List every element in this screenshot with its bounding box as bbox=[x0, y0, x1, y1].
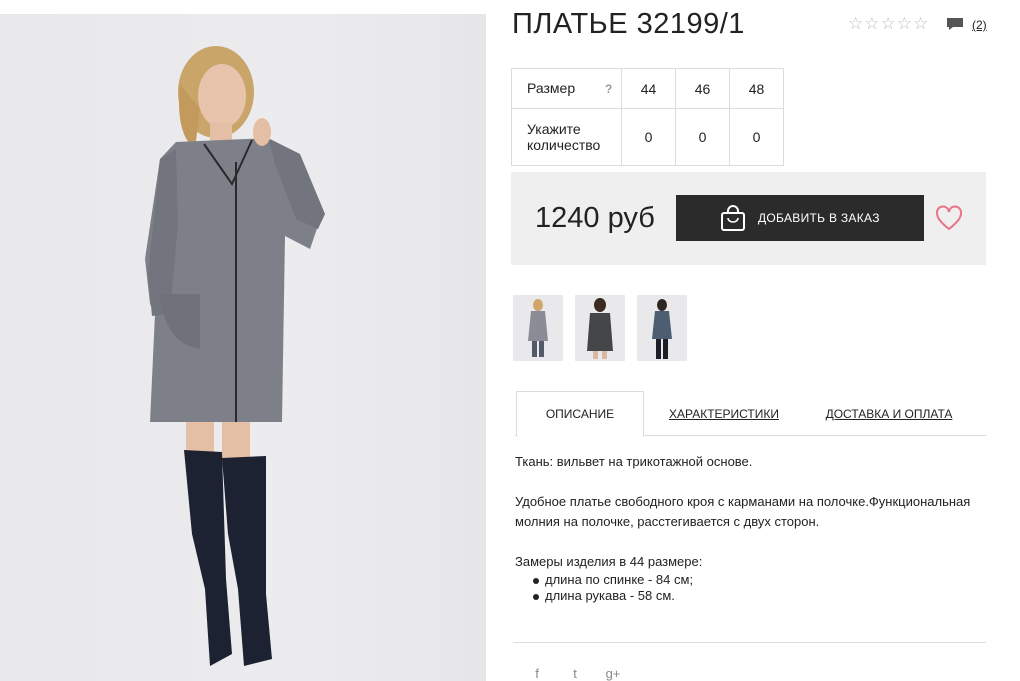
product-title: ПЛАТЬЕ 32199/1 bbox=[512, 8, 745, 40]
add-to-order-label: ДОБАВИТЬ В ЗАКАЗ bbox=[758, 211, 880, 225]
facebook-icon[interactable]: f bbox=[528, 666, 546, 681]
star-icon[interactable]: ☆ bbox=[848, 15, 863, 32]
divider bbox=[513, 642, 986, 643]
description-panel: Ткань: вильвет на трикотажной основе. Уд… bbox=[515, 452, 990, 604]
size-label-cell: Размер ? bbox=[511, 68, 622, 109]
thumbnail[interactable] bbox=[575, 295, 625, 361]
star-icon[interactable]: ☆ bbox=[881, 15, 896, 32]
help-icon[interactable]: ? bbox=[605, 82, 612, 96]
social-share: f t g+ bbox=[528, 666, 622, 681]
list-item: длина рукава - 58 см. bbox=[531, 588, 990, 604]
thumbnail-strip bbox=[513, 295, 687, 361]
product-main-photo[interactable] bbox=[0, 14, 486, 681]
quantity-input[interactable]: 0 bbox=[729, 108, 784, 166]
quantity-input[interactable]: 0 bbox=[675, 108, 730, 166]
size-table: Размер ? 44 46 48 Укажите количество 0 0… bbox=[511, 68, 784, 166]
star-icon[interactable]: ☆ bbox=[864, 15, 879, 32]
purchase-panel: 1240 руб ДОБАВИТЬ В ЗАКАЗ bbox=[511, 172, 986, 265]
tab-description[interactable]: ОПИСАНИЕ bbox=[516, 391, 644, 437]
add-to-order-button[interactable]: ДОБАВИТЬ В ЗАКАЗ bbox=[676, 195, 924, 241]
quantity-label: Укажите количество bbox=[511, 108, 622, 166]
measure-heading: Замеры изделия в 44 размере: bbox=[515, 554, 703, 569]
tab-specifications[interactable]: ХАРАКТЕРИСТИКИ bbox=[663, 391, 785, 436]
size-option: 48 bbox=[729, 68, 784, 109]
shopping-bag-icon bbox=[721, 205, 745, 231]
twitter-icon[interactable]: t bbox=[566, 666, 584, 681]
size-option: 44 bbox=[621, 68, 676, 109]
rating-stars[interactable]: ☆ ☆ ☆ ☆ ☆ bbox=[848, 15, 928, 32]
comment-icon[interactable] bbox=[946, 17, 964, 31]
quantity-input[interactable]: 0 bbox=[621, 108, 676, 166]
size-label: Размер bbox=[527, 80, 576, 96]
details-text: Удобное платье свободного кроя с кармана… bbox=[515, 494, 971, 529]
google-plus-icon[interactable]: g+ bbox=[604, 666, 622, 681]
thumbnail[interactable] bbox=[637, 295, 687, 361]
measure-list: длина по спинке - 84 см; длина рукава - … bbox=[531, 572, 990, 604]
review-count-link[interactable]: (2) bbox=[972, 18, 987, 32]
heart-icon[interactable] bbox=[935, 205, 963, 231]
list-item: длина по спинке - 84 см; bbox=[531, 572, 990, 588]
star-icon[interactable]: ☆ bbox=[913, 15, 928, 32]
fabric-text: Ткань: вильвет на трикотажной основе. bbox=[515, 454, 753, 469]
price: 1240 руб bbox=[535, 202, 655, 234]
tab-delivery-payment[interactable]: ДОСТАВКА И ОПЛАТА bbox=[821, 391, 957, 436]
product-tabs: ОПИСАНИЕ ХАРАКТЕРИСТИКИ ДОСТАВКА И ОПЛАТ… bbox=[515, 391, 986, 437]
thumbnail[interactable] bbox=[513, 295, 563, 361]
size-option: 46 bbox=[675, 68, 730, 109]
star-icon[interactable]: ☆ bbox=[897, 15, 912, 32]
